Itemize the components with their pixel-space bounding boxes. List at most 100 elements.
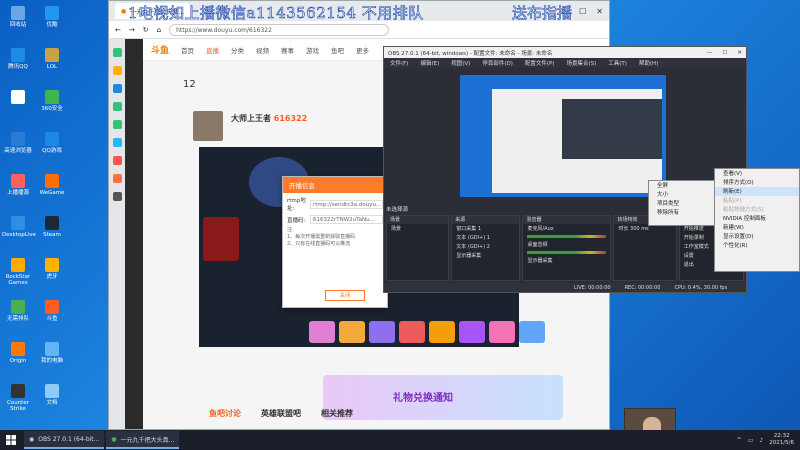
refresh-icon[interactable]: ↻ <box>143 26 149 34</box>
nav-item[interactable]: 更多 <box>356 45 369 55</box>
scene-item[interactable]: 场景 <box>387 224 448 233</box>
sidebar-app-icon[interactable] <box>112 156 122 165</box>
desktop-icon[interactable]: DesktopLive <box>2 216 36 238</box>
tab-recommend[interactable]: 相关推荐 <box>321 408 353 419</box>
source-item[interactable]: 文本 (GDI+) 1 <box>452 233 519 242</box>
menu-item[interactable]: 项目类型 <box>649 199 717 208</box>
maximize-icon[interactable]: ☐ <box>579 7 586 16</box>
gift-icon[interactable] <box>339 321 365 343</box>
gift-icon[interactable] <box>399 321 425 343</box>
desktop-icon[interactable]: 优酷 <box>36 6 68 28</box>
menu-item[interactable]: 查看(V) <box>715 169 799 178</box>
desktop-icon[interactable]: 无需排队 <box>2 300 34 322</box>
menu-item[interactable]: 排序方式(O) <box>715 178 799 187</box>
desktop-icon[interactable]: 虎牙 <box>36 258 68 280</box>
menu-item[interactable]: 显示设置(D) <box>715 232 799 241</box>
sidebar-app-icon[interactable] <box>112 120 122 129</box>
gift-icon[interactable] <box>519 321 545 343</box>
nav-item[interactable]: 首页 <box>181 45 194 55</box>
close-icon[interactable]: ✕ <box>596 7 603 16</box>
menu-item[interactable]: 移除所有 <box>649 208 717 217</box>
desktop-icon[interactable]: 斗鱼 <box>36 300 68 322</box>
desktop-icon[interactable]: 回收站 <box>2 6 34 28</box>
gift-icon[interactable] <box>459 321 485 343</box>
sidebar-app-icon[interactable] <box>112 192 122 201</box>
nav-item[interactable]: 视频 <box>256 45 269 55</box>
volume-meter[interactable] <box>527 235 607 238</box>
sidebar-app-icon[interactable] <box>112 102 122 111</box>
source-item[interactable]: 显示器采集 <box>452 251 519 260</box>
obs-preview[interactable] <box>460 75 666 197</box>
gift-badge[interactable] <box>203 217 239 261</box>
maximize-icon[interactable]: ☐ <box>722 50 727 56</box>
gift-icon[interactable] <box>369 321 395 343</box>
obs-menu-item[interactable]: 工具(T) <box>608 59 627 67</box>
chevron-up-icon[interactable]: ^ <box>737 437 742 444</box>
desktop-icon[interactable]: 腾讯QQ <box>2 48 34 70</box>
sidebar-app-icon[interactable] <box>112 66 122 75</box>
source-item[interactable]: 窗口采集 1 <box>452 224 519 233</box>
sidebar-app-icon[interactable] <box>112 174 122 183</box>
volume-meter[interactable] <box>527 251 607 254</box>
close-button[interactable]: 关闭 <box>325 290 365 301</box>
minimize-icon[interactable]: — <box>707 50 713 56</box>
desktop-icon[interactable]: 上播播源 <box>2 174 34 196</box>
tab-discussion[interactable]: 鱼吧讨论 <box>209 408 241 419</box>
taskbar-item-browser[interactable]: ● 一元九千把大头真... <box>106 431 180 449</box>
volume-icon[interactable]: ♪ <box>759 437 763 444</box>
sidebar-app-icon[interactable] <box>112 138 122 147</box>
gift-icon[interactable] <box>429 321 455 343</box>
key-field[interactable]: 616322rTNW2uTaNu... <box>310 215 383 224</box>
obs-menu-item[interactable]: 帮助(H) <box>639 59 658 67</box>
desktop-icon[interactable]: 我的电脑 <box>36 342 68 364</box>
menu-item[interactable]: NVIDIA 控制面板 <box>715 214 799 223</box>
obs-menu-item[interactable]: 配置文件(P) <box>525 59 555 67</box>
menu-item[interactable]: 大小 <box>649 190 717 199</box>
forward-icon[interactable]: → <box>129 26 135 34</box>
nav-item[interactable]: 赛事 <box>281 45 294 55</box>
streamer-avatar[interactable] <box>193 111 223 141</box>
douyu-logo[interactable]: 斗鱼 <box>151 43 169 56</box>
nav-item[interactable]: 游戏 <box>306 45 319 55</box>
sidebar-app-icon[interactable] <box>112 48 122 57</box>
desktop-icon[interactable]: Counter Strike <box>2 384 34 412</box>
source-item[interactable]: 文本 (GDI+) 2 <box>452 242 519 251</box>
promo-banner[interactable]: 礼物兑换通知 <box>323 375 563 420</box>
home-icon[interactable]: ⌂ <box>157 26 161 34</box>
obs-menu-item[interactable]: 文件(F) <box>390 59 408 67</box>
nav-item[interactable]: 分类 <box>231 45 244 55</box>
desktop-icon[interactable] <box>2 90 34 106</box>
network-icon[interactable]: ▭ <box>748 437 754 444</box>
close-icon[interactable]: ✕ <box>737 50 742 56</box>
desktop-icon[interactable]: LOL <box>36 48 68 70</box>
desktop-icon[interactable]: QQ游戏 <box>36 132 68 154</box>
desktop-icon[interactable]: 360安全 <box>36 90 68 112</box>
desktop-icon[interactable]: Origin <box>2 342 34 364</box>
taskbar-item-obs[interactable]: ◉ OBS 27.0.1 (64-bit... <box>24 431 105 449</box>
obs-menu-item[interactable]: 场景集合(S) <box>566 59 596 67</box>
back-icon[interactable]: ← <box>115 26 121 34</box>
url-input[interactable]: https://www.douyu.com/616322 <box>169 23 390 36</box>
clock[interactable]: 22:32 2021/5/6 <box>769 433 794 447</box>
obs-menu-item[interactable]: 停靠部件(D) <box>482 59 513 67</box>
obs-menu-item[interactable]: 编辑(E) <box>420 59 439 67</box>
menu-item[interactable]: 全屏 <box>649 181 717 190</box>
desktop-icon[interactable]: 高速浏览器 <box>2 132 34 154</box>
nav-item[interactable]: 鱼吧 <box>331 45 344 55</box>
desktop-icon[interactable]: Steam <box>36 216 68 238</box>
menu-item[interactable]: 个性化(R) <box>715 241 799 250</box>
obs-menu-item[interactable]: 视图(V) <box>451 59 470 67</box>
menu-item[interactable]: 新建(W) <box>715 223 799 232</box>
desktop-icon-label: LOL <box>46 64 58 70</box>
desktop-icon[interactable]: 文档 <box>36 384 68 406</box>
gift-icon[interactable] <box>309 321 335 343</box>
desktop-icon[interactable]: WeGame <box>36 174 68 196</box>
start-button[interactable] <box>0 430 22 450</box>
sidebar-app-icon[interactable] <box>112 84 122 93</box>
nav-item-active[interactable]: 直播 <box>206 45 219 55</box>
tab-lol[interactable]: 英雄联盟吧 <box>261 408 301 419</box>
gift-icon[interactable] <box>489 321 515 343</box>
rtmp-field[interactable]: rtmp://sendtc3a.douyu... <box>310 199 383 209</box>
desktop-icon[interactable]: RockStar Games <box>2 258 34 286</box>
menu-item[interactable]: 刷新(E) <box>715 187 799 196</box>
